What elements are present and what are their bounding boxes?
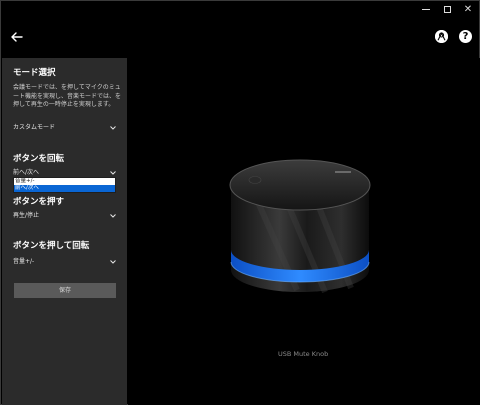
mode-section-title: モード選択 <box>13 68 56 78</box>
press-section-title: ボタンを押す <box>13 197 65 207</box>
save-button[interactable]: 保存 <box>14 283 116 298</box>
dropdown-option[interactable]: 音量+/- <box>14 178 115 185</box>
close-icon: ✕ <box>463 4 473 15</box>
maximize-icon <box>443 5 451 13</box>
device-caption: USB Mute Knob <box>278 350 329 358</box>
title-bar: ✕ <box>1 1 479 21</box>
knob-image <box>229 159 371 294</box>
mode-select-value: カスタムモード <box>13 124 56 131</box>
press-rotate-select[interactable]: 音量+/- <box>13 257 117 267</box>
back-arrow-icon[interactable] <box>9 29 25 45</box>
maximize-button[interactable] <box>438 1 456 19</box>
press-select-value: 再生/停止 <box>13 212 40 219</box>
close-button[interactable]: ✕ <box>459 1 477 19</box>
rotate-section-title: ボタンを回転 <box>13 154 65 164</box>
settings-sidebar <box>2 58 127 405</box>
dropdown-option-selected[interactable]: 前へ/次へ <box>14 185 115 192</box>
minimize-icon <box>422 8 430 10</box>
chevron-down-icon <box>110 260 116 264</box>
mode-select[interactable]: カスタムモード <box>13 123 117 133</box>
mode-description: 会議モードでは、を押してマイクのミュート機能を実現し、音楽モードでは、を押して再… <box>13 84 122 108</box>
help-icon[interactable]: ? <box>459 30 472 43</box>
chevron-down-icon <box>110 214 116 218</box>
press-select[interactable]: 再生/停止 <box>13 211 117 221</box>
press-rotate-section-title: ボタンを押して回転 <box>13 241 90 251</box>
chevron-down-icon <box>110 126 116 130</box>
user-icon[interactable] <box>435 30 448 43</box>
minimize-button[interactable] <box>417 1 435 19</box>
press-rotate-select-value: 音量+/- <box>13 258 35 265</box>
rotate-dropdown-list: 音量+/- 前へ/次へ <box>13 177 116 193</box>
rotate-select-value: 前へ/次へ <box>13 169 40 176</box>
app-window: ✕ ? モード選択 会議モードでは、を押してマイクのミュート機能を実現し、音楽モ… <box>0 0 480 405</box>
